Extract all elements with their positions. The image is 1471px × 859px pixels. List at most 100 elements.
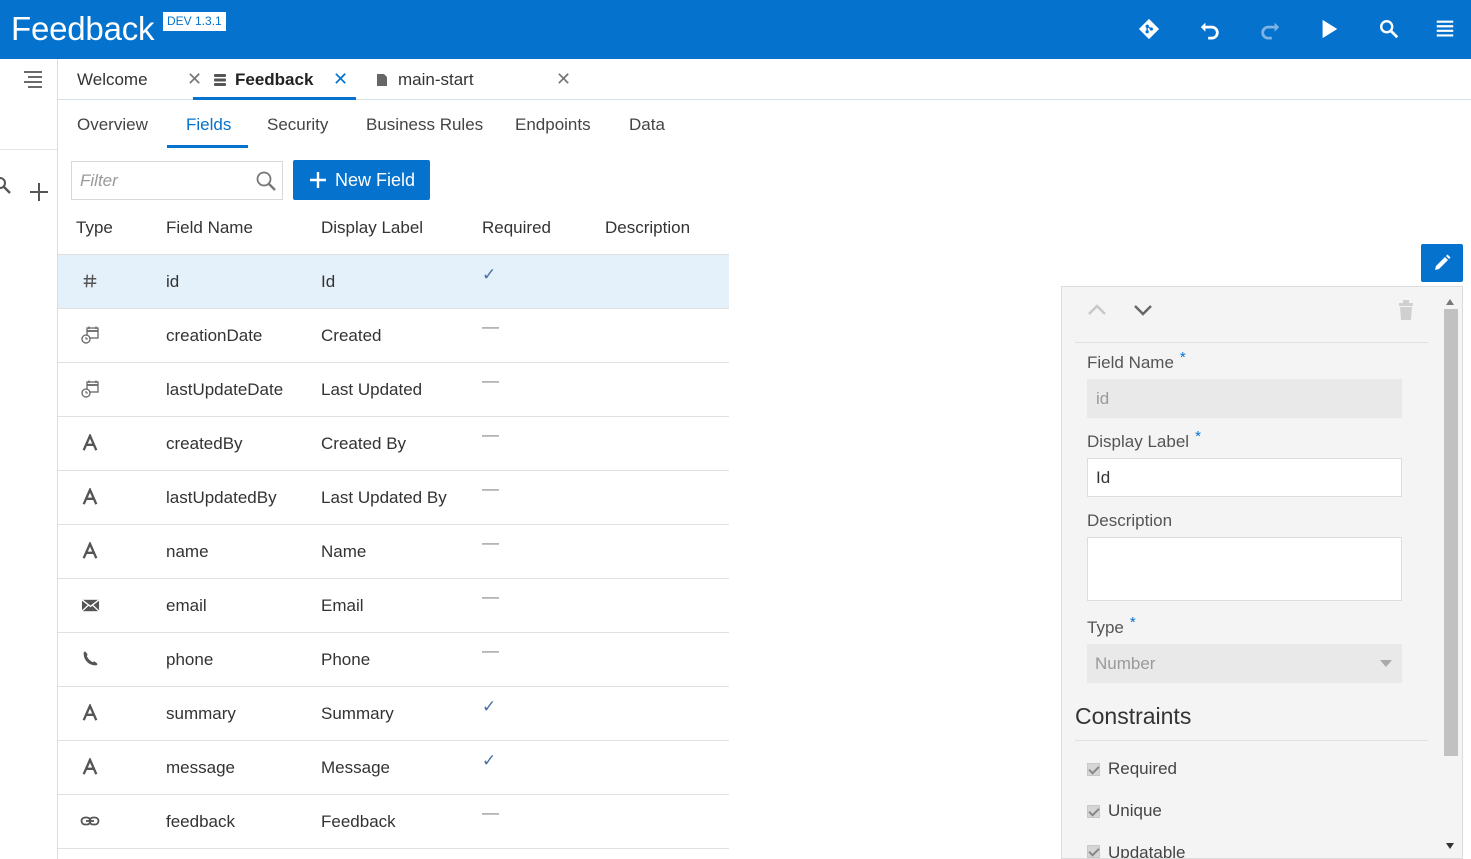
field-name-cell: createdBy [166,434,243,453]
filter-input[interactable] [72,162,247,199]
undo-icon[interactable] [1193,12,1227,46]
column-header-display-label[interactable]: Display Label [321,218,423,238]
required-check-icon: ✓ [482,265,497,284]
table-row[interactable]: lastUpdatedBy Last Updated By — [58,471,729,525]
field-name-cell: name [166,542,209,561]
column-header-type[interactable]: Type [76,218,113,238]
scrollbar-thumb[interactable] [1444,309,1458,756]
column-header-required[interactable]: Required [482,218,551,238]
display-label-input[interactable] [1087,458,1402,497]
close-icon[interactable]: ✕ [333,69,348,90]
type-select[interactable]: Number [1087,644,1402,683]
scroll-down-arrow[interactable] [1446,843,1454,849]
search-icon[interactable] [255,170,277,192]
datetime-icon [80,379,100,399]
scroll-up-arrow[interactable] [1446,299,1454,305]
unique-checkbox[interactable]: Unique [1087,801,1162,821]
tab-feedback[interactable]: Feedback ✕ [193,59,356,100]
table-row[interactable]: lastUpdateDate Last Updated — [58,363,729,417]
display-label-label: Display Label * [1087,428,1201,451]
display-label-cell: Name [321,542,367,561]
not-required-dash: — [482,587,499,606]
table-row[interactable]: message Message ✓ [58,741,729,795]
tab-label: main-start [398,69,474,89]
active-subtab-indicator [167,145,248,148]
top-bar: Feedback DEV 1.3.1 [0,0,1471,59]
updatable-checkbox[interactable]: Updatable [1087,843,1186,858]
navigator-menu-icon[interactable] [22,69,44,89]
field-name-cell: creationDate [166,326,263,345]
field-name-cell: message [166,758,235,777]
not-required-dash: — [482,641,499,660]
display-label-cell: Last Updated By [321,488,447,507]
column-header-description[interactable]: Description [605,218,690,238]
column-header-field-name[interactable]: Field Name [166,218,253,238]
field-name-cell: id [166,272,180,291]
text-icon [80,757,100,777]
field-name-cell: lastUpdatedBy [166,488,277,507]
text-icon [80,703,100,723]
rail-divider [0,149,57,150]
subtab-endpoints[interactable]: Endpoints [515,115,591,149]
rail-search-icon[interactable] [0,175,14,197]
required-marker: * [1129,614,1136,631]
table-row[interactable]: phone Phone — [58,633,729,687]
redo-icon[interactable] [1253,12,1287,46]
trash-icon[interactable] [1397,299,1415,321]
chevron-down-icon[interactable] [1132,299,1154,321]
required-check-icon: ✓ [482,751,497,770]
field-name-cell: phone [166,650,214,669]
type-label: Type * [1087,614,1136,637]
table-row[interactable]: email Email — [58,579,729,633]
table-row[interactable]: feedback Feedback — [58,795,729,849]
display-label-cell: Last Updated [321,380,423,399]
tab-main-start[interactable]: main-start ✕ [376,59,571,100]
field-name-cell: lastUpdateDate [166,380,284,399]
field-name-label: Field Name * [1087,349,1186,372]
left-rail [0,59,58,859]
not-required-dash: — [482,479,499,498]
subtab-fields[interactable]: Fields [186,115,231,149]
subtab-business-rules[interactable]: Business Rules [366,115,483,149]
display-label-cell: Created [321,326,382,345]
search-icon[interactable] [1372,12,1406,46]
pencil-icon [1435,254,1451,270]
required-checkbox[interactable]: Required [1087,759,1177,779]
filter-box [71,161,283,200]
panel-separator [1075,342,1428,343]
git-icon[interactable] [1132,12,1166,46]
run-icon[interactable] [1312,12,1346,46]
new-field-label: New Field [335,169,416,190]
add-icon[interactable] [28,181,50,203]
chevron-up-icon[interactable] [1086,299,1108,321]
table-row[interactable]: createdBy Created By — [58,417,729,471]
constraints-heading: Constraints [1075,703,1192,729]
display-label-cell: Message [321,758,390,777]
required-marker: * [1195,428,1201,445]
tab-welcome[interactable]: Welcome ✕ [77,59,202,100]
new-field-button[interactable]: New Field [293,160,430,200]
field-name-input[interactable] [1087,379,1402,418]
not-required-dash: — [482,533,499,552]
table-row[interactable]: creationDate Created — [58,309,729,363]
tab-label: Welcome [77,69,148,89]
constraints-separator [1075,740,1428,741]
table-row[interactable]: id Id ✓ [58,255,729,309]
menu-icon[interactable] [1428,12,1462,46]
subtab-data[interactable]: Data [629,115,665,149]
table-row[interactable]: name Name — [58,525,729,579]
link-icon [80,811,100,831]
subtab-overview[interactable]: Overview [77,115,148,149]
description-textarea[interactable] [1087,537,1402,601]
table-row[interactable]: summary Summary ✓ [58,687,729,741]
close-icon[interactable]: ✕ [556,69,571,90]
tab-label: Feedback [235,69,314,89]
required-check-icon: ✓ [482,697,497,716]
properties-panel: Field Name* Display Label* Description T… [1061,286,1463,859]
display-label-cell: Created By [321,434,407,453]
checkbox-checked-icon [1087,804,1100,818]
edit-button[interactable] [1421,244,1463,282]
plus-icon [310,172,326,188]
subtab-security[interactable]: Security [267,115,328,149]
type-select-value: Number [1095,654,1156,673]
